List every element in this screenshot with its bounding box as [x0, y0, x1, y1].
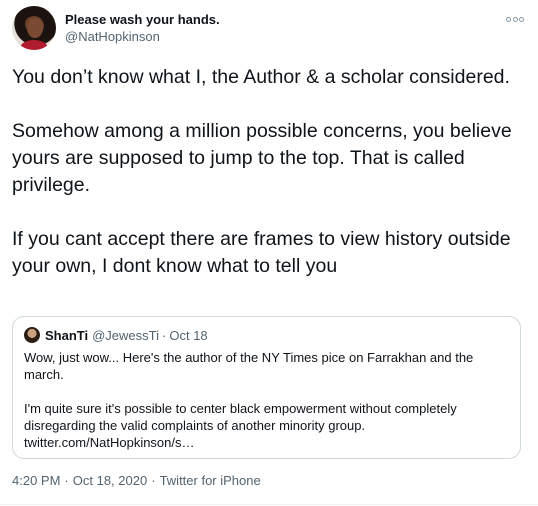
quoted-tweet[interactable]: ShanTi @JewessTi · Oct 18 Wow, just wow.…: [12, 316, 521, 459]
tweet-card: Please wash your hands. @NatHopkinson Yo…: [0, 0, 538, 506]
tweet-paragraph: If you cant accept there are frames to v…: [12, 228, 511, 277]
quoted-author-avatar: [24, 327, 40, 343]
more-options-icon[interactable]: [506, 14, 524, 24]
quoted-paragraph: I'm quite sure it's possible to center b…: [24, 401, 457, 450]
tweet-time[interactable]: 4:20 PM: [12, 473, 60, 488]
tweet-date[interactable]: Oct 18, 2020: [73, 473, 147, 488]
tweet-source-link[interactable]: Twitter for iPhone: [160, 473, 261, 488]
quoted-author-handle: @JewessTi: [92, 327, 160, 343]
author-name[interactable]: Please wash your hands.: [65, 12, 220, 27]
quoted-tweet-text: Wow, just wow... Here's the author of th…: [24, 349, 509, 451]
tweet-meta: 4:20 PM · Oct 18, 2020 · Twitter for iPhone: [12, 473, 261, 488]
quoted-paragraph: Wow, just wow... Here's the author of th…: [24, 350, 474, 382]
tweet-paragraph: Somehow among a million possible concern…: [12, 120, 512, 196]
tweet-text: You don’t know what I, the Author & a sc…: [12, 64, 524, 280]
quoted-tweet-header: ShanTi @JewessTi · Oct 18: [24, 327, 509, 343]
author-avatar[interactable]: [12, 6, 56, 50]
meta-separator: ·: [64, 473, 69, 488]
bottom-divider: [0, 504, 538, 505]
meta-separator: ·: [151, 473, 156, 488]
quoted-tweet-date: Oct 18: [169, 327, 208, 343]
author-handle[interactable]: @NatHopkinson: [65, 29, 160, 44]
tweet-paragraph: You don’t know what I, the Author & a sc…: [12, 66, 510, 88]
quoted-author-name: ShanTi: [45, 327, 89, 343]
quoted-separator: ·: [162, 327, 167, 343]
